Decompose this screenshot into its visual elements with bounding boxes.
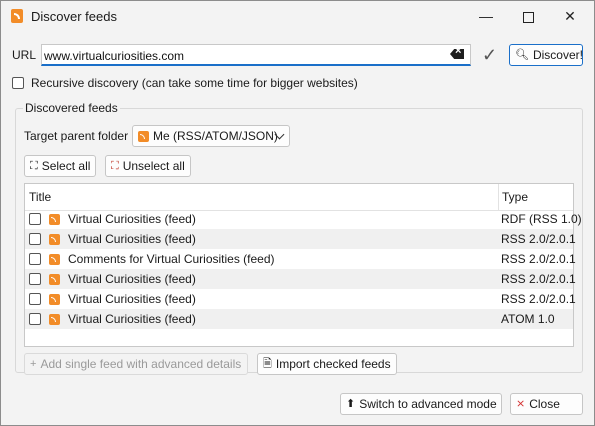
feed-type: RSS 2.0/2.0.1 [501, 272, 576, 286]
close-button[interactable]: ⨯ Close [510, 393, 583, 415]
feed-title: Virtual Curiosities (feed) [68, 292, 196, 306]
rss-feed-icon [49, 214, 60, 225]
column-title-header[interactable]: Title [29, 190, 51, 204]
column-divider[interactable] [498, 184, 499, 210]
feed-title: Virtual Curiosities (feed) [68, 312, 196, 326]
feed-title: Virtual Curiosities (feed) [68, 212, 196, 226]
close-window-button[interactable]: ✕ [552, 1, 588, 31]
recursive-discovery-label: Recursive discovery (can take some time … [31, 76, 358, 90]
window-title: Discover feeds [31, 9, 117, 24]
feed-type: RDF (RSS 1.0) [501, 212, 582, 226]
url-label: URL [12, 48, 37, 62]
table-row[interactable]: Virtual Curiosities (feed) RSS 2.0/2.0.1 [25, 229, 576, 249]
table-row[interactable]: Virtual Curiosities (feed) RSS 2.0/2.0.1 [25, 289, 576, 309]
feed-title: Virtual Curiosities (feed) [68, 272, 196, 286]
discover-button[interactable]: 🔍︎ Discover! [509, 44, 583, 66]
switch-advanced-label: Switch to advanced mode [359, 397, 497, 411]
close-icon: ⨯ [516, 397, 526, 410]
unselect-all-label: Unselect all [122, 159, 185, 173]
feed-title: Virtual Curiosities (feed) [68, 232, 196, 246]
row-checkbox[interactable] [29, 313, 41, 325]
row-checkbox[interactable] [29, 273, 41, 285]
import-checked-label: Import checked feeds [275, 357, 391, 371]
feed-type: RSS 2.0/2.0.1 [501, 252, 576, 266]
add-single-feed-label: Add single feed with advanced details [40, 357, 242, 371]
import-icon: 🗎 [263, 357, 272, 370]
row-checkbox[interactable] [29, 213, 41, 225]
url-input[interactable] [41, 44, 471, 66]
column-type-header[interactable]: Type [502, 190, 528, 204]
rss-app-icon [11, 9, 23, 23]
plus-icon: + [30, 357, 37, 370]
table-row[interactable]: Virtual Curiosities (feed) ATOM 1.0 [25, 309, 573, 329]
table-row[interactable]: Virtual Curiosities (feed) RSS 2.0/2.0.1 [25, 269, 576, 289]
rss-feed-icon [49, 314, 60, 325]
checkmark-icon: ✓ [482, 45, 498, 65]
search-icon: 🔍︎ [515, 48, 529, 61]
target-folder-label: Target parent folder [24, 129, 129, 143]
feed-type: ATOM 1.0 [501, 312, 555, 326]
target-folder-select[interactable]: Me (RSS/ATOM/JSON) [132, 125, 290, 147]
feed-type: RSS 2.0/2.0.1 [501, 232, 576, 246]
discover-button-label: Discover! [532, 48, 583, 62]
add-single-feed-button[interactable]: + Add single feed with advanced details [24, 353, 248, 375]
target-folder-value: Me (RSS/ATOM/JSON) [153, 129, 278, 143]
folder-rss-icon [138, 131, 149, 142]
arrow-up-circle-icon: ⬆ [346, 397, 356, 410]
select-all-button[interactable]: ⛶ Select all [24, 155, 96, 177]
unselect-all-icon: ⛶ [111, 159, 119, 172]
maximize-button[interactable] [510, 1, 546, 31]
row-checkbox[interactable] [29, 253, 41, 265]
feed-title: Comments for Virtual Curiosities (feed) [68, 252, 275, 266]
feed-type: RSS 2.0/2.0.1 [501, 292, 576, 306]
discover-feeds-dialog: Discover feeds — ✕ URL ✓ 🔍︎ Discover! Re… [0, 0, 595, 426]
maximize-icon [522, 11, 534, 23]
row-checkbox[interactable] [29, 293, 41, 305]
select-all-label: Select all [41, 159, 91, 173]
minimize-button[interactable]: — [468, 1, 504, 31]
table-row[interactable]: Virtual Curiosities (feed) RDF (RSS 1.0) [25, 209, 582, 229]
discovered-feeds-title: Discovered feeds [23, 101, 120, 115]
table-header: Title Type [25, 184, 573, 211]
select-all-icon: ⛶ [30, 159, 38, 172]
import-checked-button[interactable]: 🗎 Import checked feeds [257, 353, 397, 375]
rss-feed-icon [49, 274, 60, 285]
rss-feed-icon [49, 254, 60, 265]
title-bar: Discover feeds — ✕ [1, 1, 594, 31]
row-checkbox[interactable] [29, 233, 41, 245]
close-button-label: Close [529, 397, 560, 411]
recursive-discovery-checkbox[interactable] [12, 77, 24, 89]
table-row[interactable]: Comments for Virtual Curiosities (feed) … [25, 249, 576, 269]
rss-feed-icon [49, 294, 60, 305]
feeds-table: Title Type Virtual Curiosities (feed) RD… [24, 183, 582, 347]
switch-advanced-mode-button[interactable]: ⬆ Switch to advanced mode [340, 393, 502, 415]
rss-feed-icon [49, 234, 60, 245]
unselect-all-button[interactable]: ⛶ Unselect all [105, 155, 191, 177]
